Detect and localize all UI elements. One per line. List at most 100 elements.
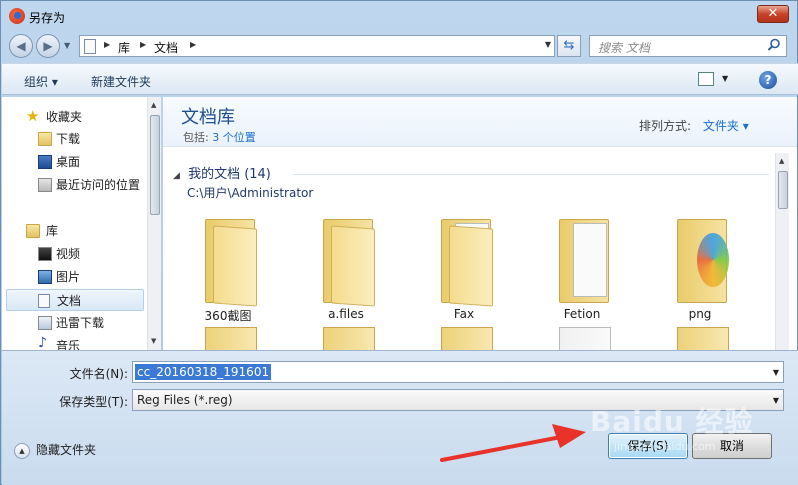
folder-item[interactable]: Fetion	[537, 207, 627, 327]
forward-button[interactable]: ▶	[36, 34, 60, 58]
hide-folders-toggle[interactable]: ▲ 隐藏文件夹	[14, 441, 96, 459]
sidebar-item-recent-places[interactable]: 最近访问的位置	[6, 174, 144, 196]
group-title: 我的文档 (14)	[188, 167, 271, 182]
sidebar-item-thunder-downloads[interactable]: 迅雷下载	[6, 312, 144, 334]
folder-label: Fax	[453, 307, 475, 321]
watermark-brand: Baidu 经验	[590, 405, 754, 438]
content-scrollbar[interactable]: ▲	[775, 153, 789, 350]
sidebar-scrollbar[interactable]: ▲ ▼	[147, 97, 161, 350]
music-icon: ♪	[38, 335, 47, 350]
sidebar-item-desktop[interactable]: 桌面	[6, 151, 144, 173]
library-subtitle-prefix: 包括:	[183, 131, 209, 144]
folder-item[interactable]: a.files	[301, 207, 391, 327]
refresh-button[interactable]: ⇆	[557, 35, 581, 57]
new-folder-button[interactable]: 新建文件夹	[91, 73, 151, 90]
address-dropdown-icon[interactable]: ▼	[545, 40, 551, 49]
sidebar-item-favorites[interactable]: ★ 收藏夹	[6, 106, 144, 128]
search-icon[interactable]	[767, 38, 781, 52]
folder-item[interactable]	[559, 327, 611, 350]
sidebar-item-libraries[interactable]: 库	[6, 220, 144, 242]
folder-item[interactable]	[205, 327, 257, 350]
folder-item[interactable]: png	[655, 207, 745, 327]
view-dropdown-icon[interactable]: ▼	[722, 74, 728, 83]
help-icon[interactable]: ?	[759, 71, 777, 89]
arrange-dropdown[interactable]: 文件夹 ▾	[703, 119, 749, 133]
recent-pages-dropdown-icon[interactable]: ▼	[64, 41, 74, 51]
address-bar[interactable]: ▶ 库 ▶ 文档 ▶ ▼	[79, 35, 555, 57]
folder-item[interactable]	[323, 327, 375, 350]
hide-folders-label: 隐藏文件夹	[36, 443, 97, 457]
sidebar-scroll-thumb[interactable]	[150, 115, 160, 215]
filename-dropdown-icon[interactable]: ▼	[773, 368, 779, 377]
sidebar-item-label: 音乐	[56, 339, 81, 350]
sidebar-item-label: 文档	[57, 294, 82, 308]
group-divider	[293, 174, 769, 175]
collapse-icon[interactable]: ◢	[173, 171, 180, 181]
sidebar-item-label: 桌面	[56, 155, 81, 169]
filetype-dropdown-icon[interactable]: ▼	[773, 396, 779, 405]
arrange-by: 排列方式: 文件夹 ▾	[639, 117, 749, 134]
sidebar-item-label: 库	[46, 224, 59, 238]
sidebar-item-videos[interactable]: 视频	[6, 243, 144, 265]
desktop-icon	[38, 155, 52, 169]
filetype-label: 保存类型(T):	[59, 395, 128, 409]
filename-label: 文件名(N):	[69, 367, 128, 381]
watermark-url: jingyan.baidu.com	[614, 440, 716, 453]
library-title: 文档库	[181, 107, 235, 128]
content-scroll-thumb[interactable]	[778, 171, 788, 209]
sidebar-item-label: 图片	[56, 270, 81, 284]
group-path: C:\用户\Administrator	[187, 186, 314, 200]
folder-item[interactable]	[677, 327, 729, 350]
filetype-value: Reg Files (*.reg)	[137, 393, 233, 407]
file-view: 文档库 包括: 3 个位置 排列方式: 文件夹 ▾ ◢ 我的文档 (14) C:…	[163, 97, 797, 350]
navigation-pane: ★ 收藏夹 下载 桌面 最近访问的位置 库 视频 图片 文档 迅雷下载 ♪ 音乐…	[2, 97, 161, 350]
breadcrumb-separator-icon[interactable]: ▶	[190, 40, 196, 49]
sidebar-item-label: 迅雷下载	[56, 316, 105, 330]
breadcrumb-separator-icon[interactable]: ▶	[104, 40, 110, 49]
sidebar-item-pictures[interactable]: 图片	[6, 266, 144, 288]
library-subtitle: 包括: 3 个位置	[183, 129, 256, 145]
title-bar[interactable]: 另存为 ✕	[1, 1, 797, 31]
sidebar-item-documents[interactable]: 文档	[6, 289, 144, 311]
scroll-up-icon[interactable]: ▲	[151, 101, 156, 109]
recent-places-icon	[38, 178, 52, 192]
breadcrumb-separator-icon[interactable]: ▶	[140, 40, 146, 49]
search-box[interactable]: 搜索 文档	[589, 35, 787, 57]
scroll-down-icon[interactable]: ▼	[151, 337, 156, 345]
sidebar-item-downloads[interactable]: 下载	[6, 128, 144, 150]
breadcrumb-library[interactable]: 库	[118, 39, 130, 56]
folder-label: 360截图	[204, 309, 252, 323]
download-folder-icon	[38, 132, 52, 146]
picture-icon	[38, 270, 52, 284]
folder-item[interactable]: 360截图	[183, 207, 273, 327]
sidebar-item-label: 下载	[56, 132, 81, 146]
folder-item[interactable]: Fax	[419, 207, 509, 327]
search-placeholder: 搜索 文档	[598, 41, 650, 55]
folder-label: Fetion	[563, 307, 601, 321]
scroll-up-icon[interactable]: ▲	[779, 157, 784, 165]
folder-front	[331, 225, 375, 307]
library-icon	[26, 224, 40, 238]
chevron-up-icon[interactable]: ▲	[14, 442, 30, 459]
breadcrumb-documents[interactable]: 文档	[154, 39, 178, 56]
filename-value[interactable]: cc_20160318_191601	[135, 364, 272, 380]
command-toolbar: 组织 ▾ 新建文件夹 ▼ ?	[2, 63, 798, 95]
back-button[interactable]: ◀	[9, 34, 33, 58]
sidebar-item-music[interactable]: ♪ 音乐	[6, 335, 144, 350]
folder-front	[449, 225, 493, 307]
sidebar-item-label: 视频	[56, 247, 81, 261]
close-button[interactable]: ✕	[757, 5, 789, 23]
folder-label: png	[688, 307, 712, 321]
group-header[interactable]: ◢ 我的文档 (14)	[173, 163, 271, 182]
folder-front	[213, 225, 257, 307]
library-locations-link[interactable]: 3 个位置	[212, 131, 256, 144]
view-mode-icon[interactable]	[698, 72, 714, 86]
arrange-label: 排列方式:	[639, 119, 692, 133]
document-icon	[38, 294, 50, 308]
organize-menu[interactable]: 组织 ▾	[24, 73, 58, 90]
sidebar-item-label: 收藏夹	[46, 110, 83, 124]
filename-input[interactable]: cc_20160318_191601 ▼	[132, 361, 784, 383]
app-icon	[9, 8, 25, 24]
video-icon	[38, 247, 52, 261]
folder-item[interactable]	[441, 327, 493, 350]
